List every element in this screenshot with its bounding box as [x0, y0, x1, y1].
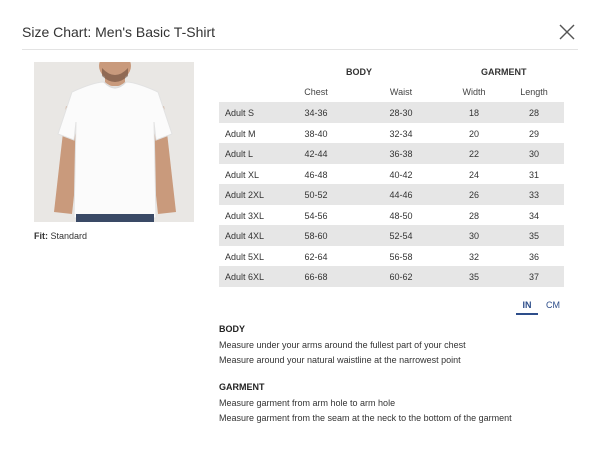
table-row: Adult L 42-44 36-38 22 30: [219, 143, 564, 164]
unit-cm-tab[interactable]: CM: [542, 300, 564, 310]
size-chart-modal: Size Chart: Men's Basic T-Shirt Fit: Sta…: [0, 0, 600, 459]
cell-chest: 38-40: [304, 128, 328, 139]
cell-waist: 36-38: [389, 149, 413, 159]
cell-length: 29: [528, 128, 539, 139]
unit-in-tab[interactable]: IN: [516, 300, 538, 315]
cell-size: Adult 2XL: [225, 190, 265, 200]
cell-waist: 40-42: [389, 169, 413, 180]
table-row: Adult 5XL 62-64 56-58 32 36: [219, 246, 564, 267]
cell-length: 30: [528, 149, 539, 159]
cell-size: Adult 4XL: [225, 231, 265, 241]
cell-waist: 44-46: [389, 190, 413, 200]
garment-heading: GARMENT: [219, 382, 265, 392]
body-instruction-waist: Measure around your natural waistline at…: [219, 355, 461, 365]
cell-length: 28: [528, 108, 539, 118]
column-header-waist: Waist: [389, 87, 413, 97]
cell-width: 35: [468, 272, 479, 282]
cell-chest: 46-48: [304, 169, 328, 180]
modal-title: Size Chart: Men's Basic T-Shirt: [22, 24, 216, 40]
cell-chest: 34-36: [304, 108, 328, 118]
cell-waist: 60-62: [389, 272, 413, 282]
table-row: Adult 2XL 50-52 44-46 26 33: [219, 184, 564, 205]
fit-info: Fit: Standard: [34, 231, 87, 241]
cell-size: Adult XL: [225, 169, 260, 180]
cell-length: 36: [528, 251, 539, 262]
close-icon[interactable]: [556, 21, 578, 43]
fit-label: Fit:: [34, 231, 48, 241]
cell-width: 26: [468, 190, 479, 200]
column-header-chest: Chest: [304, 87, 328, 97]
cell-length: 34: [528, 210, 539, 221]
tshirt-model-photo: [34, 62, 194, 222]
table-row: Adult XL 46-48 40-42 24 31: [219, 164, 564, 185]
cell-width: 32: [468, 251, 479, 262]
unit-toggle: IN CM: [516, 300, 566, 318]
body-instruction-chest: Measure under your arms around the fulle…: [219, 340, 466, 350]
cell-length: 33: [528, 190, 539, 200]
garment-instruction-length: Measure garment from the seam at the nec…: [219, 413, 512, 423]
cell-size: Adult S: [225, 108, 255, 118]
group-header-body: BODY: [346, 67, 373, 77]
table-row: Adult 6XL 66-68 60-62 35 37: [219, 266, 564, 287]
cell-chest: 42-44: [304, 149, 328, 159]
column-header-width: Width: [462, 87, 486, 97]
cell-chest: 58-60: [304, 231, 328, 241]
column-header-length: Length: [520, 87, 548, 97]
cell-length: 31: [528, 169, 539, 180]
garment-instruction-width: Measure garment from arm hole to arm hol…: [219, 398, 396, 408]
table-row: Adult 3XL 54-56 48-50 28 34: [219, 205, 564, 226]
cell-width: 20: [468, 128, 479, 139]
table-row: Adult M 38-40 32-34 20 29: [219, 123, 564, 144]
cell-size: Adult M: [225, 128, 256, 139]
cell-size: Adult 6XL: [225, 272, 265, 282]
cell-waist: 28-30: [389, 108, 413, 118]
cell-chest: 50-52: [304, 190, 328, 200]
cell-width: 22: [468, 149, 479, 159]
cell-length: 35: [528, 231, 539, 241]
table-row: Adult 4XL 58-60 52-54 30 35: [219, 225, 564, 246]
body-heading: BODY: [219, 324, 246, 334]
group-header-garment: GARMENT: [481, 67, 527, 77]
cell-size: Adult 3XL: [225, 210, 265, 221]
cell-width: 24: [468, 169, 479, 180]
cell-chest: 54-56: [304, 210, 328, 221]
cell-width: 28: [468, 210, 479, 221]
size-table: Adult S 34-36 28-30 18 28 Adult M 38-40 …: [219, 102, 564, 287]
cell-width: 18: [468, 108, 479, 118]
cell-length: 37: [528, 272, 539, 282]
table-row: Adult S 34-36 28-30 18 28: [219, 102, 564, 123]
cell-waist: 52-54: [389, 231, 413, 241]
cell-waist: 56-58: [389, 251, 413, 262]
cell-width: 30: [468, 231, 479, 241]
cell-chest: 62-64: [304, 251, 328, 262]
fit-value: Standard: [50, 231, 88, 241]
cell-size: Adult 5XL: [225, 251, 265, 262]
cell-waist: 48-50: [389, 210, 413, 221]
cell-size: Adult L: [225, 149, 254, 159]
cell-chest: 66-68: [304, 272, 328, 282]
cell-waist: 32-34: [389, 128, 413, 139]
header-divider: [22, 49, 578, 50]
